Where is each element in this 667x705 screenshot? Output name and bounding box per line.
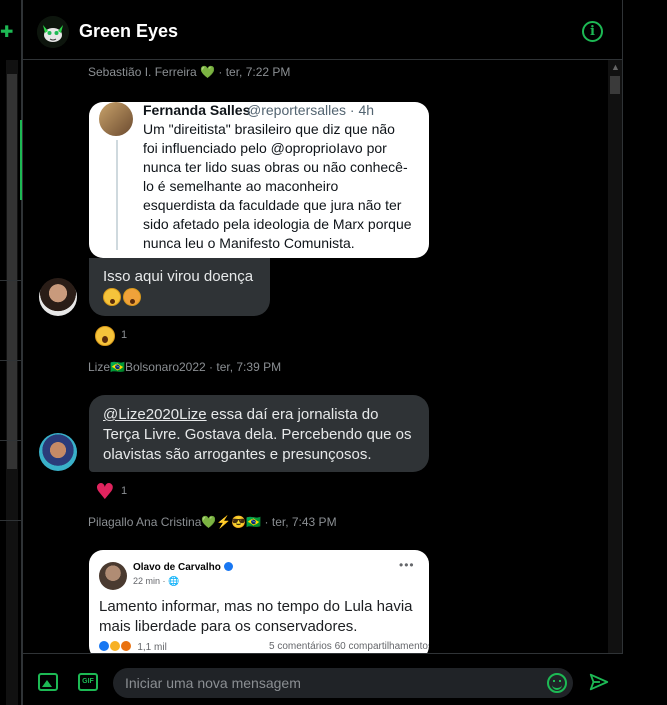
conversation-panel: Green Eyes i Sebastião I. Ferreira 💚 · t… — [22, 0, 623, 705]
info-icon[interactable]: i — [582, 21, 603, 42]
reaction-heart-icon[interactable]: ♥ — [95, 480, 115, 505]
message-meta: Pilagallo Ana Cristina💚⚡😎🇧🇷 · ter, 7:43 … — [88, 515, 337, 529]
sender-name: Pilagallo Ana Cristina💚⚡😎🇧🇷 — [88, 515, 262, 529]
tweet-thread-line — [116, 140, 118, 250]
reaction-surprised-face-icon[interactable] — [95, 325, 117, 346]
post-author-name: Olavo de Carvalho — [133, 562, 233, 573]
message-timestamp: ter, 7:39 PM — [216, 360, 282, 374]
sidebar-divider — [0, 520, 22, 521]
message-bubble[interactable]: Isso aqui virou doença — [89, 258, 270, 316]
post-author-avatar — [99, 562, 127, 590]
message-timestamp: ter, 7:43 PM — [271, 515, 337, 529]
reaction-count: 1 — [121, 485, 128, 497]
group-avatar[interactable] — [37, 16, 69, 48]
sidebar-divider — [0, 440, 22, 441]
verified-badge-icon — [223, 562, 233, 571]
surprised-face-icon — [95, 325, 115, 346]
scroll-up-icon[interactable]: ▲ — [611, 62, 620, 72]
angry-face-icon — [103, 288, 121, 307]
sender-avatar[interactable] — [39, 433, 77, 471]
like-reaction-icon — [99, 641, 109, 651]
conversation-title: Green Eyes — [79, 21, 179, 41]
sender-name: Lize🇧🇷Bolsonaro2022 — [88, 360, 206, 374]
sidebar-divider — [0, 280, 22, 281]
more-options-icon: ••• — [399, 558, 415, 572]
sender-name: Sebastião I. Ferreira 💚 — [88, 65, 215, 79]
tweet-text: Um "direitista" brasileiro que diz que n… — [143, 121, 412, 251]
conversation-header: Green Eyes i — [23, 0, 623, 60]
message-input[interactable] — [113, 668, 573, 698]
sidebar-scrollbar[interactable] — [6, 60, 18, 705]
shared-facebook-post-card[interactable]: Olavo de Carvalho 22 min · 🌐 ••• Lamento… — [89, 550, 429, 653]
message-scrollbar-thumb[interactable] — [610, 76, 620, 94]
sidebar-divider — [0, 360, 22, 361]
send-icon[interactable] — [588, 671, 610, 693]
message-bubble[interactable]: @Lize2020Lize essa daí era jornalista do… — [89, 395, 429, 472]
post-stats: 5 comentários 60 compartilhamentos — [269, 641, 429, 652]
message-scrollbar[interactable]: ▲ — [608, 60, 622, 653]
media-icon[interactable] — [38, 673, 58, 691]
message-text: Isso aqui virou doença — [103, 268, 254, 285]
message-meta: Sebastião I. Ferreira 💚 · ter, 7:22 PM — [88, 65, 291, 79]
reaction-count: 1 — [121, 329, 128, 341]
tweet-author-avatar — [99, 102, 133, 136]
post-time: 22 min · 🌐 — [133, 576, 180, 586]
user-mention-link[interactable]: @Lize2020Lize — [103, 406, 207, 423]
message-list[interactable]: Sebastião I. Ferreira 💚 · ter, 7:22 PM F… — [23, 60, 623, 653]
post-text: Lamento informar, mas no tempo do Lula h… — [99, 598, 413, 635]
sender-avatar[interactable] — [39, 278, 77, 316]
post-reactions: 1,1 mil — [99, 641, 167, 653]
green-eyes-logo-icon — [37, 16, 69, 48]
tweet-author-handle: @reportersalles · 4h — [247, 102, 375, 118]
message-emojis — [103, 287, 256, 307]
emoji-icon[interactable] — [547, 673, 567, 693]
angry-reaction-icon — [120, 641, 131, 651]
left-sidebar-strip: ✚ — [0, 0, 22, 705]
quoted-tweet-card[interactable]: Fernanda Salles @reportersalles · 4h Um … — [89, 102, 429, 258]
reactions-count: 1,1 mil — [137, 642, 167, 653]
tweet-author-name: Fernanda Salles — [143, 102, 251, 118]
angry-face-icon — [123, 288, 141, 307]
message-meta: Lize🇧🇷Bolsonaro2022 · ter, 7:39 PM — [88, 360, 282, 374]
message-timestamp: ter, 7:22 PM — [225, 65, 291, 79]
compose-message-icon[interactable]: ✚ — [0, 22, 13, 41]
sidebar-scrollbar-thumb[interactable] — [7, 74, 17, 469]
haha-reaction-icon — [109, 641, 120, 651]
right-empty-area — [623, 0, 667, 705]
gif-icon[interactable]: GIF — [78, 673, 98, 691]
message-composer: GIF — [23, 653, 623, 705]
